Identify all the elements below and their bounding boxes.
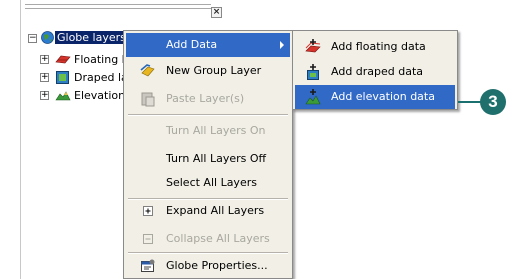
properties-icon — [141, 259, 155, 272]
globe-icon — [41, 31, 54, 44]
expand-icon — [143, 206, 153, 216]
menu-item-label: Expand All Layers — [166, 204, 265, 217]
group-layer-icon — [140, 64, 155, 77]
toc-root-label: Globe layers — [55, 31, 128, 44]
expand-toggle[interactable]: + — [40, 55, 49, 64]
menu-item-label: Select All Layers — [166, 176, 257, 189]
close-button[interactable]: × — [211, 7, 222, 18]
menu-item-label: Turn All Layers Off — [166, 152, 267, 165]
collapse-icon — [143, 234, 153, 244]
context-menu: Add Data New Group Layer Paste Layer(s) … — [123, 30, 293, 279]
menu-item-label: Add floating data — [331, 40, 426, 53]
menu-item-paste-layers[interactable]: Paste Layer(s) — [126, 87, 290, 111]
callout-step-number: 3 — [480, 89, 506, 115]
elevation-layer-icon — [55, 91, 71, 101]
expand-toggle[interactable]: + — [40, 91, 49, 100]
add-draped-data-icon — [307, 64, 319, 80]
menu-item-label: Add Data — [166, 38, 218, 51]
menu-item-new-group-layer[interactable]: New Group Layer — [126, 59, 290, 83]
toc-layer-label: Draped la — [74, 71, 128, 84]
paste-icon — [141, 92, 155, 107]
add-elevation-data-icon — [305, 89, 321, 105]
menu-item-globe-properties[interactable]: Globe Properties... — [126, 254, 290, 278]
menu-item-add-data[interactable]: Add Data — [126, 33, 290, 57]
menu-item-turn-all-layers-on[interactable]: Turn All Layers On — [126, 119, 290, 143]
menu-item-select-all-layers[interactable]: Select All Layers — [126, 171, 290, 195]
menu-item-label: Add elevation data — [331, 90, 435, 103]
expand-toggle[interactable]: + — [40, 73, 49, 82]
menu-item-turn-all-layers-off[interactable]: Turn All Layers Off — [126, 147, 290, 171]
menu-item-label: Paste Layer(s) — [166, 92, 245, 105]
menu-item-label: New Group Layer — [166, 64, 262, 77]
toc-layer-label: Elevation — [74, 89, 126, 102]
titlebar-grip — [25, 8, 211, 9]
menu-item-label: Globe Properties... — [166, 259, 268, 272]
menu-item-add-draped-data[interactable]: Add draped data — [295, 60, 455, 84]
toc-titlebar[interactable]: × — [21, 0, 229, 30]
menu-item-collapse-all-layers[interactable]: Collapse All Layers — [126, 227, 290, 251]
menu-separator — [128, 114, 288, 116]
menu-item-add-floating-data[interactable]: Add floating data — [295, 35, 455, 59]
menu-item-label: Collapse All Layers — [166, 232, 270, 245]
floating-layer-icon — [55, 55, 71, 64]
menu-item-label: Turn All Layers On — [166, 124, 266, 137]
add-data-submenu: Add floating data Add draped data Add el… — [292, 30, 458, 110]
menu-item-expand-all-layers[interactable]: Expand All Layers — [126, 199, 290, 223]
collapse-toggle[interactable]: − — [28, 34, 37, 43]
menu-item-label: Add draped data — [331, 65, 424, 78]
menu-item-add-elevation-data[interactable]: Add elevation data — [295, 85, 455, 109]
add-floating-data-icon — [305, 39, 321, 53]
titlebar-grip — [25, 4, 211, 5]
draped-layer-icon — [56, 71, 69, 84]
submenu-arrow-icon — [280, 41, 284, 49]
